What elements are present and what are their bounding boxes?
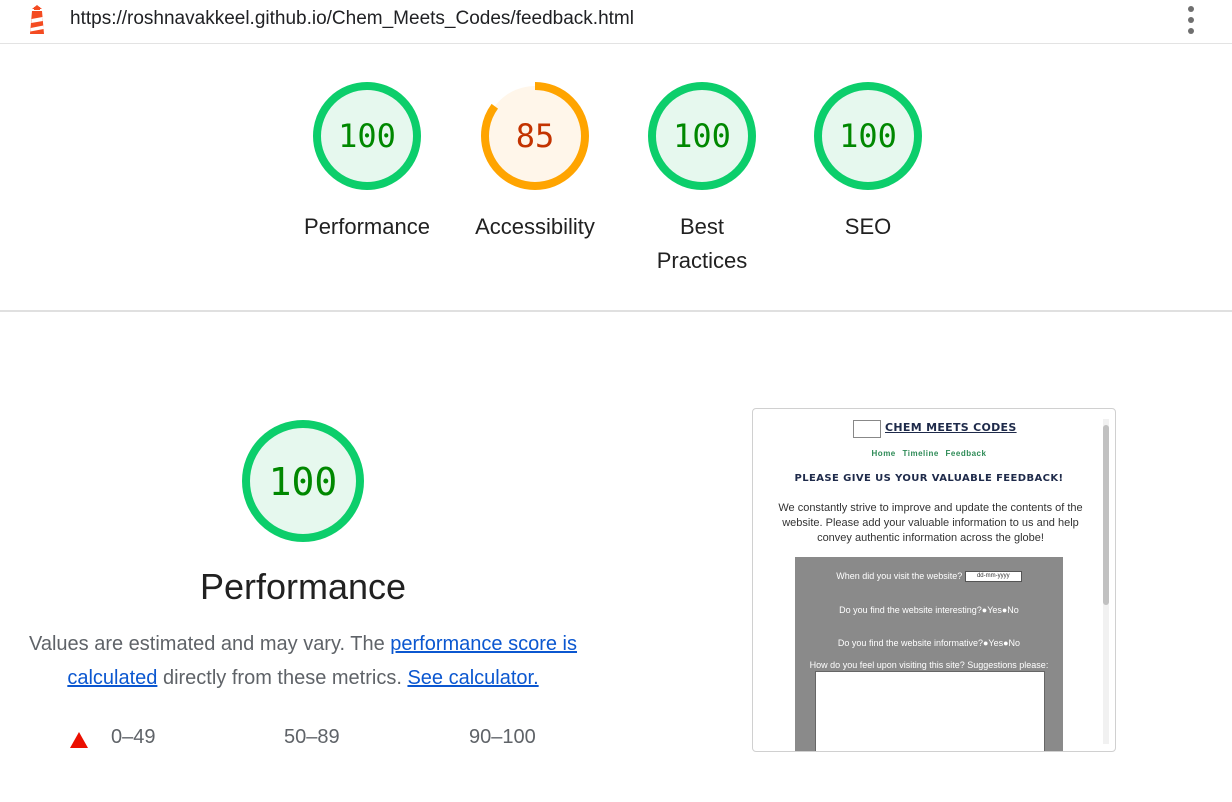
- gauge-score: 100: [839, 117, 897, 155]
- gauge-ring: 100: [814, 82, 922, 190]
- gauge-score: 100: [338, 117, 396, 155]
- description-text: Values are estimated and may vary. The: [28, 633, 391, 655]
- gauge-seo[interactable]: 100 SEO: [783, 80, 953, 244]
- gauge-label-line: Best: [679, 214, 725, 239]
- question-interesting: Do you find the website interesting?●Yes…: [839, 605, 1019, 615]
- site-logo-icon: [853, 420, 881, 438]
- gauge-accessibility[interactable]: 85 Accessibility: [450, 80, 620, 244]
- page-screenshot-thumbnail[interactable]: CHEM MEETS CODES Home Timeline Feedback …: [752, 408, 1116, 752]
- performance-description: Values are estimated and may vary. The p…: [20, 627, 586, 695]
- gauge-best-practices[interactable]: 100 Best Practices: [617, 80, 787, 278]
- thumbnail-scrollbar: [1103, 419, 1109, 744]
- gauge-ring: 85: [481, 82, 589, 190]
- performance-score: 100: [269, 460, 338, 504]
- feedback-form: When did you visit the website? dd-mm-yy…: [795, 557, 1063, 751]
- gauge-ring: 100: [313, 82, 421, 190]
- gauge-score: 100: [673, 117, 731, 155]
- score-gauges: 100 Performance 85 Accessibility 100 Best Pr…: [0, 44, 1232, 312]
- legend-pass: 90–100: [469, 726, 536, 748]
- description-text-2: directly from these metrics.: [157, 667, 408, 689]
- more-vert-icon[interactable]: [1180, 4, 1202, 36]
- url-bar: https://roshnavakkeel.github.io/Chem_Mee…: [0, 0, 1232, 44]
- see-calculator-link[interactable]: See calculator.: [407, 667, 538, 689]
- nav-timeline: Timeline: [902, 449, 939, 458]
- question-suggestions: How do you feel upon visiting this site?…: [809, 660, 1049, 670]
- gauge-label-line: Practices: [656, 248, 748, 273]
- suggestions-textarea: [815, 671, 1045, 751]
- question-visit-date: When did you visit the website? dd-mm-yy…: [795, 571, 1063, 583]
- fail-triangle-icon: [70, 732, 88, 748]
- nav-feedback: Feedback: [945, 449, 987, 458]
- gauge-score: 85: [516, 117, 555, 155]
- page-url: https://roshnavakkeel.github.io/Chem_Mee…: [70, 8, 634, 29]
- legend-average: 50–89: [284, 726, 340, 748]
- gauge-label: Best Practices: [617, 210, 787, 278]
- gauge-label: SEO: [844, 214, 892, 239]
- gauge-label: Accessibility: [475, 214, 595, 239]
- performance-gauge-large: 100: [190, 418, 416, 549]
- date-input: dd-mm-yyyy: [964, 571, 1022, 583]
- gauge-performance[interactable]: 100 Performance: [282, 80, 452, 244]
- legend-fail: 0–49: [111, 726, 156, 748]
- feedback-heading: PLEASE GIVE US YOUR VALUABLE FEEDBACK!: [794, 473, 1064, 484]
- question-informative: Do you find the website informative?●Yes…: [837, 638, 1021, 648]
- feedback-intro: We constantly strive to improve and upda…: [778, 502, 1083, 544]
- site-nav: Home Timeline Feedback: [753, 449, 1105, 458]
- gauge-label: Performance: [304, 214, 430, 239]
- lighthouse-icon: [30, 5, 44, 34]
- performance-title: Performance: [199, 566, 407, 607]
- site-title: CHEM MEETS CODES: [885, 421, 1017, 434]
- nav-home: Home: [871, 449, 896, 458]
- gauge-ring: 100: [648, 82, 756, 190]
